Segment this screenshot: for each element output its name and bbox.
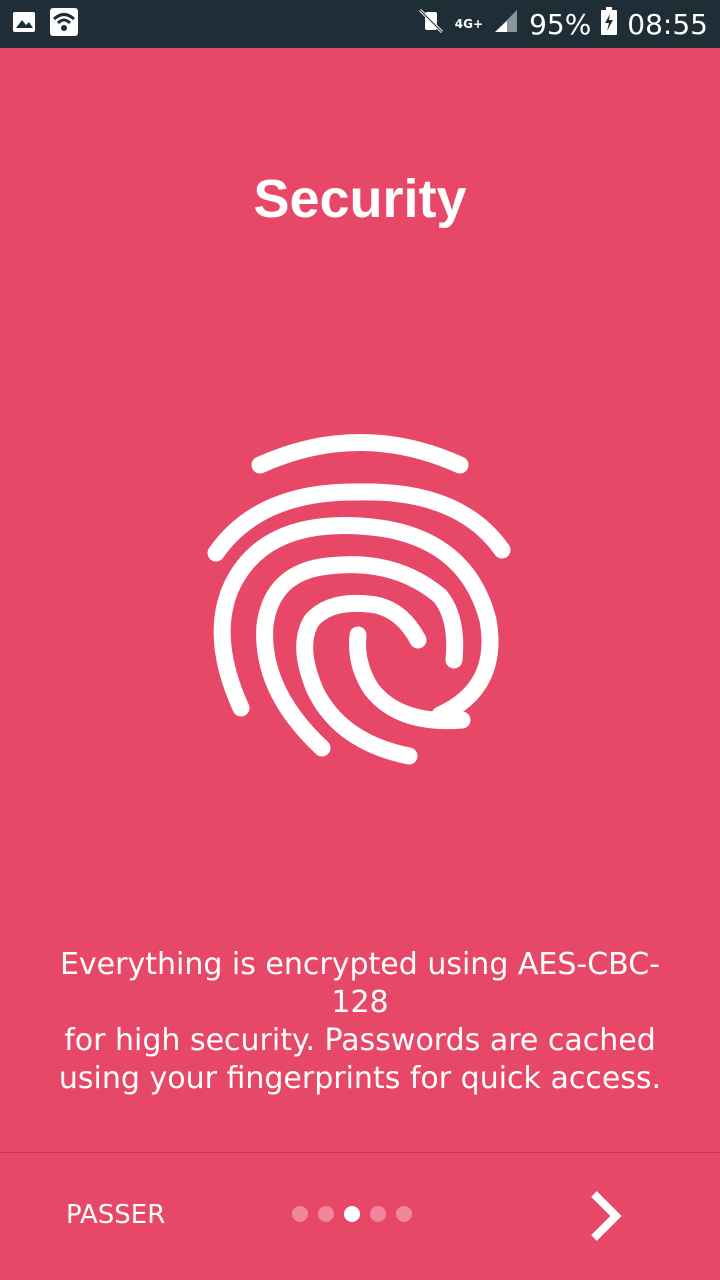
footer-divider xyxy=(0,1152,720,1153)
chevron-right-icon xyxy=(591,1191,622,1241)
status-right-icons: 4G+ 95% 08:55 xyxy=(417,6,708,42)
clock: 08:55 xyxy=(627,7,708,41)
network-type-label: 4G+ xyxy=(454,17,484,31)
description-line: for high security. Passwords are cached xyxy=(64,1023,656,1058)
page-dot xyxy=(292,1206,308,1222)
status-bar: 4G+ 95% 08:55 xyxy=(0,0,720,48)
signal-icon xyxy=(493,8,519,41)
page-dot xyxy=(318,1206,334,1222)
description-line: Everything is encrypted using AES-CBC-12… xyxy=(59,947,661,1020)
status-left-icons xyxy=(10,8,78,36)
description-line: using your fingerprints for quick access… xyxy=(58,1061,662,1096)
wifi-icon xyxy=(50,8,78,36)
page-dot-active xyxy=(344,1206,360,1222)
battery-icon xyxy=(601,6,618,42)
page-indicator xyxy=(292,1206,412,1222)
fingerprint-icon xyxy=(200,420,520,780)
page-dot xyxy=(370,1206,386,1222)
description: Everything is encrypted using AES-CBC-12… xyxy=(40,946,680,1098)
gallery-icon xyxy=(10,8,38,36)
next-button[interactable] xyxy=(578,1186,634,1246)
page-dot xyxy=(396,1206,412,1222)
mute-vibrate-icon xyxy=(417,7,445,42)
page-title: Security xyxy=(253,169,467,229)
battery-percent: 95% xyxy=(529,7,592,41)
skip-button[interactable]: PASSER xyxy=(66,1200,165,1236)
